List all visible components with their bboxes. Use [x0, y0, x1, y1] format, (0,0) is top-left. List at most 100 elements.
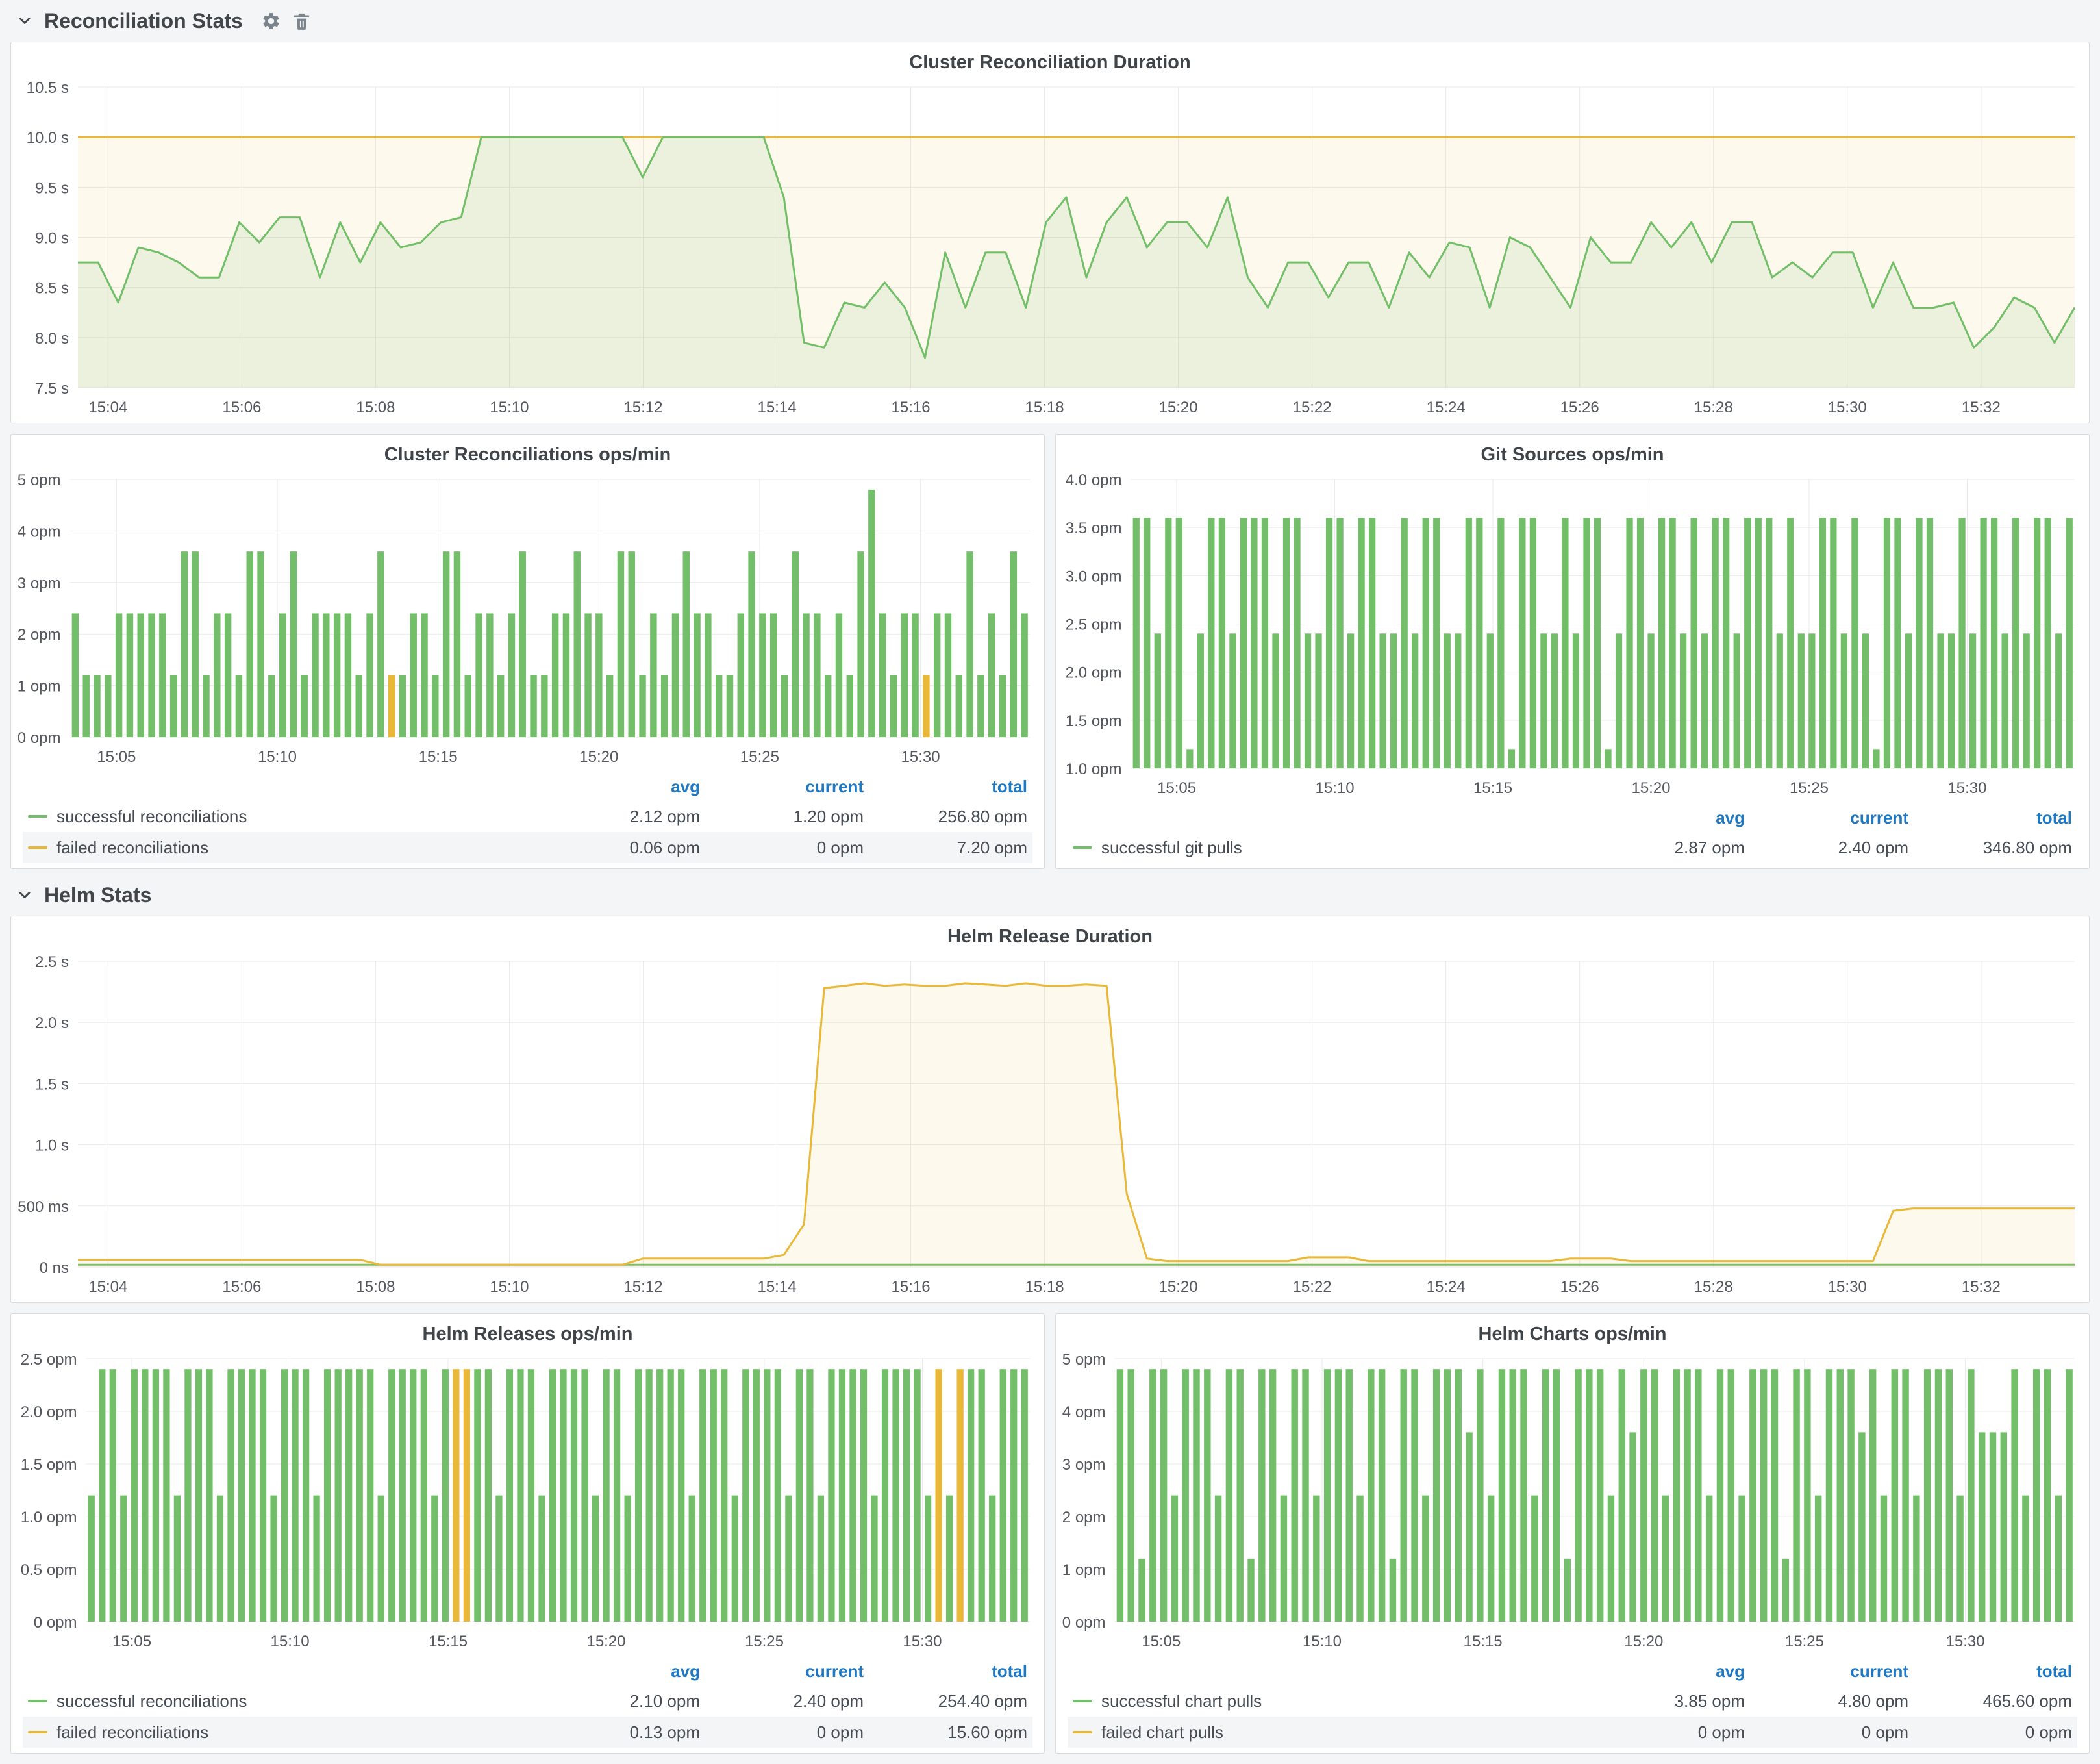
svg-text:4 opm: 4 opm: [18, 523, 61, 540]
svg-text:1.0 s: 1.0 s: [35, 1137, 69, 1155]
svg-text:9.0 s: 9.0 s: [35, 230, 69, 247]
svg-text:15:18: 15:18: [1025, 399, 1064, 416]
legend-total-value: 7.20 opm: [864, 838, 1027, 858]
legend-current-value: 4.80 opm: [1745, 1691, 1908, 1711]
legend-total-value: 465.60 opm: [1908, 1691, 2072, 1711]
legend-col-avg[interactable]: avg: [1581, 1661, 1745, 1682]
svg-text:15:26: 15:26: [1560, 1278, 1599, 1296]
panel-helm-charts-opm: Helm Charts ops/min 5 opm4 opm3 opm2 opm…: [1055, 1313, 2090, 1754]
svg-text:15:28: 15:28: [1694, 399, 1733, 416]
helm-charts-chart[interactable]: 5 opm4 opm3 opm2 opm1 opm0 opm15:0515:10…: [1056, 1348, 2089, 1657]
svg-text:15:06: 15:06: [222, 399, 261, 416]
panel-title-helm-releases[interactable]: Helm Releases ops/min: [11, 1314, 1044, 1348]
helm-duration-chart[interactable]: 2.5 s2.0 s1.5 s1.0 s500 ms0 ns15:0415:06…: [11, 951, 2089, 1302]
legend-col-total[interactable]: total: [864, 1661, 1027, 1682]
chart-canvas[interactable]: 10.5 s10.0 s9.5 s9.0 s8.5 s8.0 s7.5 s15:…: [11, 77, 2089, 423]
panel-title-helm-duration[interactable]: Helm Release Duration: [11, 916, 2089, 951]
chart-canvas[interactable]: 4.0 opm3.5 opm3.0 opm2.5 opm2.0 opm1.5 o…: [1056, 469, 2089, 803]
legend-col-avg[interactable]: avg: [536, 777, 700, 797]
svg-text:15:15: 15:15: [1464, 1633, 1503, 1650]
legend-cluster-ops: avg current total successful reconciliat…: [11, 772, 1044, 868]
section-header-reconciliation[interactable]: Reconciliation Stats: [0, 0, 2100, 42]
legend-row-failed: failed reconciliations 0.13 opm 0 opm 15…: [23, 1717, 1032, 1748]
legend-series-name: failed reconciliations: [56, 838, 208, 858]
section-header-helm[interactable]: Helm Stats: [0, 874, 2100, 916]
legend-row-successful: successful chart pulls 3.85 opm 4.80 opm…: [1068, 1685, 2077, 1717]
svg-text:5 opm: 5 opm: [18, 472, 61, 489]
panel-title-helm-charts[interactable]: Helm Charts ops/min: [1056, 1314, 2089, 1348]
trash-icon[interactable]: [292, 11, 312, 31]
section-title-reconciliation: Reconciliation Stats: [44, 9, 243, 33]
gear-icon[interactable]: [261, 11, 281, 31]
svg-text:15:30: 15:30: [1828, 1278, 1867, 1296]
legend-col-current[interactable]: current: [1745, 808, 1908, 828]
legend-series-label[interactable]: failed reconciliations: [28, 1722, 536, 1743]
legend-series-label[interactable]: successful git pulls: [1073, 838, 1581, 858]
legend-header: avg current total: [23, 1657, 1032, 1685]
svg-text:15:20: 15:20: [1159, 1278, 1198, 1296]
svg-text:15:30: 15:30: [1946, 1633, 1985, 1650]
legend-series-name: successful chart pulls: [1101, 1691, 1262, 1711]
svg-text:2.5 opm: 2.5 opm: [1066, 616, 1122, 634]
legend-header: avg current total: [23, 772, 1032, 801]
legend-row-successful: successful reconciliations 2.10 opm 2.40…: [23, 1685, 1032, 1717]
legend-current-value: 0 opm: [700, 1722, 864, 1743]
legend-series-label[interactable]: successful chart pulls: [1073, 1691, 1581, 1711]
svg-text:15:24: 15:24: [1427, 399, 1466, 416]
legend-col-total[interactable]: total: [864, 777, 1027, 797]
svg-text:15:06: 15:06: [222, 1278, 261, 1296]
legend-col-current[interactable]: current: [1745, 1661, 1908, 1682]
svg-text:15:16: 15:16: [892, 1278, 931, 1296]
series-color-swatch: [28, 815, 47, 818]
legend-series-label[interactable]: failed chart pulls: [1073, 1722, 1581, 1743]
svg-text:3.5 opm: 3.5 opm: [1066, 520, 1122, 537]
svg-text:0.5 opm: 0.5 opm: [21, 1561, 77, 1579]
panel-title-git-sources[interactable]: Git Sources ops/min: [1056, 435, 2089, 469]
chart-canvas[interactable]: 5 opm4 opm3 opm2 opm1 opm0 opm15:0515:10…: [11, 469, 1044, 772]
svg-text:15:14: 15:14: [757, 399, 796, 416]
svg-text:15:30: 15:30: [1828, 399, 1867, 416]
git-sources-chart[interactable]: 4.0 opm3.5 opm3.0 opm2.5 opm2.0 opm1.5 o…: [1056, 469, 2089, 803]
legend-col-current[interactable]: current: [700, 777, 864, 797]
cluster-duration-chart[interactable]: 10.5 s10.0 s9.5 s9.0 s8.5 s8.0 s7.5 s15:…: [11, 77, 2089, 423]
svg-text:15:25: 15:25: [740, 748, 779, 766]
legend-series-label[interactable]: successful reconciliations: [28, 807, 536, 827]
svg-text:15:04: 15:04: [88, 399, 127, 416]
svg-text:15:08: 15:08: [356, 1278, 395, 1296]
series-color-swatch: [1073, 1700, 1092, 1702]
panel-cluster-reconciliation-duration: Cluster Reconciliation Duration 10.5 s10…: [10, 42, 2090, 423]
legend-series-label[interactable]: successful reconciliations: [28, 1691, 536, 1711]
chart-canvas[interactable]: 2.5 s2.0 s1.5 s1.0 s500 ms0 ns15:0415:06…: [11, 951, 2089, 1302]
legend-col-total[interactable]: total: [1908, 1661, 2072, 1682]
svg-text:15:15: 15:15: [419, 748, 458, 766]
legend-col-avg[interactable]: avg: [536, 1661, 700, 1682]
svg-text:15:05: 15:05: [112, 1633, 151, 1650]
cluster-ops-chart[interactable]: 5 opm4 opm3 opm2 opm1 opm0 opm15:0515:10…: [11, 469, 1044, 772]
panel-helm-releases-opm: Helm Releases ops/min 2.5 opm2.0 opm1.5 …: [10, 1313, 1045, 1754]
legend-helm-releases: avg current total successful reconciliat…: [11, 1657, 1044, 1753]
svg-text:1.0 opm: 1.0 opm: [1066, 761, 1122, 778]
svg-text:1 opm: 1 opm: [18, 678, 61, 696]
legend-current-value: 2.40 opm: [700, 1691, 864, 1711]
legend-col-current[interactable]: current: [700, 1661, 864, 1682]
svg-text:15:15: 15:15: [1473, 779, 1512, 797]
panel-title-cluster-duration[interactable]: Cluster Reconciliation Duration: [11, 42, 2089, 77]
svg-text:15:20: 15:20: [586, 1633, 625, 1650]
svg-text:15:25: 15:25: [745, 1633, 784, 1650]
legend-col-avg[interactable]: avg: [1581, 808, 1745, 828]
chart-canvas[interactable]: 5 opm4 opm3 opm2 opm1 opm0 opm15:0515:10…: [1056, 1348, 2089, 1657]
legend-avg-value: 2.87 opm: [1581, 838, 1745, 858]
svg-text:15:30: 15:30: [1947, 779, 1986, 797]
svg-text:2 opm: 2 opm: [1062, 1509, 1106, 1526]
svg-text:0 opm: 0 opm: [34, 1614, 77, 1632]
legend-series-label[interactable]: failed reconciliations: [28, 838, 536, 858]
panel-title-cluster-ops[interactable]: Cluster Reconciliations ops/min: [11, 435, 1044, 469]
svg-text:3 opm: 3 opm: [18, 575, 61, 592]
helm-releases-chart[interactable]: 2.5 opm2.0 opm1.5 opm1.0 opm0.5 opm0 opm…: [11, 1348, 1044, 1657]
legend-col-total[interactable]: total: [1908, 808, 2072, 828]
chart-canvas[interactable]: 2.5 opm2.0 opm1.5 opm1.0 opm0.5 opm0 opm…: [11, 1348, 1044, 1657]
svg-text:15:16: 15:16: [892, 399, 931, 416]
svg-text:8.0 s: 8.0 s: [35, 330, 69, 347]
legend-series-name: successful reconciliations: [56, 807, 247, 827]
svg-text:7.5 s: 7.5 s: [35, 380, 69, 397]
